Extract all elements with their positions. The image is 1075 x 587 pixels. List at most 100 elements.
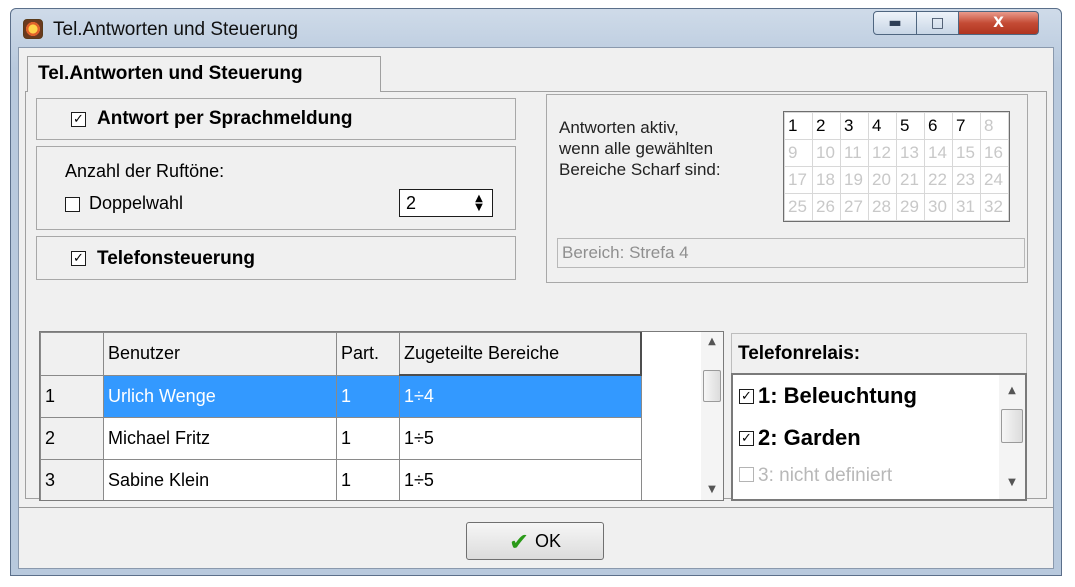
partition-cell[interactable]: 30 [924, 193, 953, 221]
partition-cell[interactable]: 1 [336, 374, 400, 418]
phone-control-checkbox[interactable]: ✓ [71, 251, 86, 266]
partition-cell[interactable]: 15 [952, 139, 981, 167]
partition-cell[interactable]: 31 [952, 193, 981, 221]
partition-cell[interactable]: 1 [336, 459, 400, 500]
maximize-button[interactable]: □ [917, 11, 959, 35]
table-header-row: Benutzer Part. Zugeteilte Bereiche [40, 332, 642, 376]
title-bar[interactable]: Tel.Antworten und Steuerung ▬ □ X [11, 9, 1061, 47]
relay-checkbox[interactable]: ✓ [739, 430, 754, 446]
user-name-cell[interactable]: Michael Fritz [103, 417, 337, 460]
partition-cell[interactable]: 10 [812, 139, 841, 167]
ring-settings-group: Anzahl der Ruftöne: Doppelwahl [36, 146, 516, 230]
column-header-user[interactable]: Benutzer [103, 332, 337, 376]
double-call-label: Doppelwahl [89, 193, 184, 213]
relay-label: 3: nicht definiert [758, 465, 893, 486]
scroll-up-icon[interactable]: ▲ [999, 381, 1025, 401]
partition-cell[interactable]: 13 [896, 139, 925, 167]
partition-row: 25 26 27 28 29 30 31 32 [784, 193, 1009, 221]
ring-count-label: Anzahl der Ruftöne: [65, 161, 225, 181]
relay-checkbox[interactable]: ✓ [739, 388, 754, 404]
partition-cell[interactable]: 5 [896, 112, 925, 140]
partition-cell[interactable]: 18 [812, 166, 841, 194]
partition-cell[interactable]: 22 [924, 166, 953, 194]
partition-cell[interactable]: 11 [840, 139, 869, 167]
partition-cell[interactable]: 23 [952, 166, 981, 194]
partitions-description: Antworten aktiv, wenn alle gewählten Ber… [559, 117, 721, 180]
relay-item[interactable]: ✓ 1: Beleuchtung [739, 383, 917, 409]
partition-cell[interactable]: 20 [868, 166, 897, 194]
close-button[interactable]: X [959, 11, 1039, 35]
areas-cell[interactable]: 1÷5 [399, 417, 642, 460]
user-name-cell[interactable]: Urlich Wenge [103, 374, 337, 418]
ok-button[interactable]: ✔ OK [466, 522, 604, 560]
scroll-thumb[interactable] [1001, 409, 1023, 443]
voice-answer-checkbox[interactable]: ✓ [71, 112, 86, 127]
ring-count-spinbox[interactable]: 2 ▲ ▼ [399, 189, 493, 217]
partition-cell[interactable]: 26 [812, 193, 841, 221]
spin-down-icon[interactable]: ▼ [470, 203, 488, 213]
partition-cell[interactable]: 27 [840, 193, 869, 221]
dialog-window: Tel.Antworten und Steuerung ▬ □ X Tel.An… [10, 8, 1062, 576]
users-table[interactable]: Benutzer Part. Zugeteilte Bereiche 1 Urli… [39, 331, 724, 501]
double-call-checkbox[interactable] [65, 197, 80, 212]
partition-cell[interactable]: 25 [784, 193, 813, 221]
minimize-button[interactable]: ▬ [873, 11, 917, 35]
relays-list[interactable]: ✓ 1: Beleuchtung ✓ 2: Garden 3: nicht defi… [731, 373, 1027, 501]
row-number[interactable]: 1 [40, 374, 104, 418]
ok-label: OK [535, 531, 562, 551]
row-number[interactable]: 2 [40, 417, 104, 460]
partition-row: 12345678 [784, 112, 1009, 140]
partition-cell[interactable]: 7 [952, 112, 981, 140]
column-header-num [40, 332, 104, 376]
areas-cell[interactable]: 1÷5 [399, 459, 642, 500]
partition-cell[interactable]: 29 [896, 193, 925, 221]
partition-cell[interactable]: 16 [980, 139, 1009, 167]
partition-cell[interactable]: 3 [840, 112, 869, 140]
partition-cell[interactable]: 28 [868, 193, 897, 221]
partition-cell[interactable]: 8 [980, 112, 1009, 140]
partition-cell[interactable]: 24 [980, 166, 1009, 194]
partition-cell[interactable]: 1 [336, 417, 400, 460]
partition-cell[interactable]: 2 [812, 112, 841, 140]
partitions-grid[interactable]: 1 2 3 4 5 6 7 8 9 10 11 12 13 14 15 16 17 18 19 20 21 22 23 24 2… [783, 111, 1010, 222]
app-logo-icon [23, 19, 43, 39]
partition-cell[interactable]: 12 [868, 139, 897, 167]
partitions-group: Antworten aktiv, wenn alle gewählten Ber… [546, 94, 1028, 283]
relays-title: Telefonrelais: [731, 333, 1027, 373]
relay-checkbox [739, 467, 754, 483]
partition-cell[interactable]: 21 [896, 166, 925, 194]
column-header-part[interactable]: Part. [336, 332, 400, 376]
relays-scrollbar[interactable]: ▲ ▼ [999, 375, 1025, 499]
column-header-areas[interactable]: Zugeteilte Bereiche [399, 332, 642, 376]
relay-item: 3: nicht definiert [739, 465, 892, 487]
phone-control-label: Telefonsteuerung [97, 248, 255, 269]
scroll-down-icon[interactable]: ▼ [701, 480, 723, 500]
table-row[interactable]: 3 Sabine Klein 1 1÷5 [40, 459, 642, 500]
partition-cell[interactable]: 32 [980, 193, 1009, 221]
partition-cell[interactable]: 4 [868, 112, 897, 140]
users-table-scrollbar[interactable]: ▲ ▼ [701, 332, 723, 500]
description-line: Bereiche Scharf sind: [559, 160, 721, 179]
spin-buttons[interactable]: ▲ ▼ [470, 194, 488, 213]
table-row[interactable]: 2 Michael Fritz 1 1÷5 [40, 417, 642, 460]
scroll-down-icon[interactable]: ▼ [999, 473, 1025, 493]
window-title: Tel.Antworten und Steuerung [53, 19, 299, 40]
voice-answer-group: ✓ Antwort per Sprachmeldung [36, 98, 516, 140]
areas-cell[interactable]: 1÷4 [399, 374, 642, 418]
partition-cell[interactable]: 6 [924, 112, 953, 140]
table-row[interactable]: 1 Urlich Wenge 1 1÷4 [40, 374, 642, 418]
scroll-thumb[interactable] [703, 370, 721, 402]
description-line: Antworten aktiv, [559, 118, 679, 137]
user-name-cell[interactable]: Sabine Klein [103, 459, 337, 500]
description-line: wenn alle gewählten [559, 139, 714, 158]
partition-cell[interactable]: 1 [784, 112, 813, 140]
relay-item[interactable]: ✓ 2: Garden [739, 425, 861, 451]
partition-cell[interactable]: 9 [784, 139, 813, 167]
scroll-up-icon[interactable]: ▲ [701, 332, 723, 352]
partition-cell[interactable]: 19 [840, 166, 869, 194]
partition-cell[interactable]: 14 [924, 139, 953, 167]
row-number[interactable]: 3 [40, 459, 104, 500]
dialog-client: Tel.Antworten und Steuerung ✓ Antwort pe… [18, 47, 1054, 569]
partition-cell[interactable]: 17 [784, 166, 813, 194]
tab-tel-antworten[interactable]: Tel.Antworten und Steuerung [27, 56, 381, 92]
